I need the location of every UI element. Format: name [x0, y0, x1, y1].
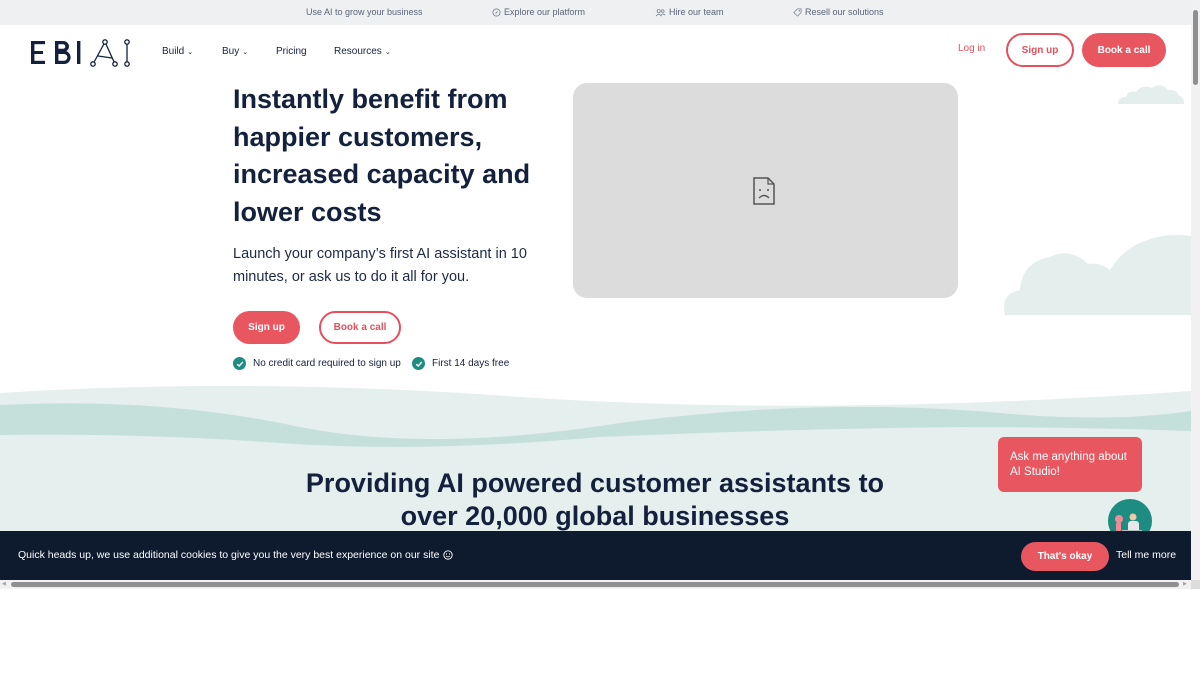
benefit-label: No credit card required to sign up: [253, 358, 401, 369]
utility-link-resell[interactable]: Resell our solutions: [793, 7, 884, 17]
scrollbar-corner: [1191, 580, 1200, 589]
nav-pricing[interactable]: Pricing: [276, 46, 307, 57]
tag-icon: [793, 7, 802, 17]
nav-label: Build: [162, 46, 185, 57]
check-icon: [412, 357, 425, 370]
utility-link-label: Explore our platform: [504, 7, 586, 17]
utility-link-label: Resell our solutions: [805, 7, 884, 17]
benefit-no-credit-card: No credit card required to sign up: [233, 357, 401, 370]
vertical-scroll-thumb[interactable]: [1193, 10, 1198, 85]
band-title: Providing AI powered customer assistants…: [305, 468, 885, 531]
nav-label: Resources: [334, 46, 382, 57]
logo-mark: [31, 39, 130, 67]
hero-title: Instantly benefit from happier customers…: [233, 84, 531, 227]
cloud-decoration: [1004, 234, 1191, 315]
benefit-free-trial: First 14 days free: [412, 357, 509, 370]
nav-buy[interactable]: Buy ⌄: [222, 46, 248, 57]
horizontal-scrollbar[interactable]: ◀ ▶: [0, 580, 1191, 589]
nav-resources[interactable]: Resources ⌄: [334, 46, 391, 57]
hero-subtitle: Launch your company’s first AI assistant…: [233, 246, 527, 285]
nav-build[interactable]: Build ⌄: [162, 46, 193, 57]
header-signup-button[interactable]: Sign up: [1006, 33, 1074, 67]
chevron-down-icon: ⌄: [187, 48, 194, 56]
cloud-decoration: [1118, 85, 1184, 104]
cookie-banner: Quick heads up, we use additional cookie…: [0, 531, 1191, 580]
benefit-label: First 14 days free: [432, 358, 510, 369]
chevron-down-icon: ⌄: [384, 48, 391, 56]
chevron-down-icon: ⌄: [242, 48, 249, 56]
chat-prompt-bubble[interactable]: Ask me anything about AI Studio!: [998, 437, 1142, 492]
team-icon: [655, 8, 666, 16]
utility-link-explore[interactable]: Explore our platform: [492, 7, 585, 17]
scroll-right-icon[interactable]: ▶: [1183, 581, 1187, 587]
hero-signup-button[interactable]: Sign up: [233, 311, 300, 344]
utility-bar: Use AI to grow your business Explore our…: [0, 0, 1191, 25]
smile-icon: [443, 550, 454, 560]
cookie-message: Quick heads up, we use additional cookie…: [18, 549, 454, 561]
page-viewport: Use AI to grow your business Explore our…: [0, 0, 1191, 580]
cookie-text: Quick heads up, we use additional cookie…: [18, 549, 440, 561]
scroll-left-icon[interactable]: ◀: [2, 581, 6, 587]
ebi-ai-logo[interactable]: [31, 38, 133, 68]
broken-image-icon: [753, 177, 775, 205]
utility-link-label: Use AI to grow your business: [306, 7, 423, 17]
nav-label: Pricing: [276, 46, 307, 57]
compass-icon: [492, 7, 501, 17]
horizontal-scroll-thumb[interactable]: [11, 582, 1179, 587]
check-icon: [233, 357, 246, 370]
cookie-accept-button[interactable]: That's okay: [1021, 542, 1109, 571]
hero-book-call-button[interactable]: Book a call: [319, 311, 401, 344]
utility-link-hire[interactable]: Hire our team: [655, 7, 724, 17]
nav-label: Buy: [222, 46, 240, 57]
utility-link-label: Hire our team: [669, 7, 724, 17]
vertical-scrollbar[interactable]: [1191, 0, 1200, 580]
header-book-call-button[interactable]: Book a call: [1082, 33, 1166, 67]
utility-link-grow[interactable]: Use AI to grow your business: [306, 7, 423, 17]
cookie-more-link[interactable]: Tell me more: [1116, 549, 1176, 561]
hero-media-placeholder: [573, 83, 958, 298]
login-link[interactable]: Log in: [958, 43, 985, 54]
